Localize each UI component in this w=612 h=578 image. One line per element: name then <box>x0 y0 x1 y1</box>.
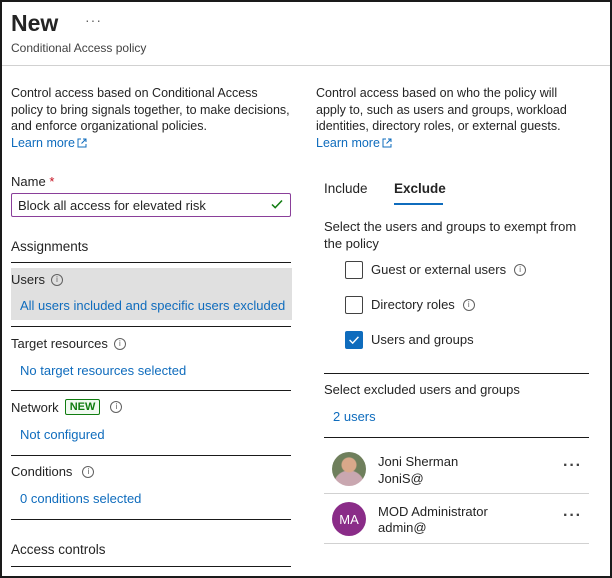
more-actions-icon[interactable]: ··· <box>563 507 582 525</box>
name-label-text: Name <box>11 174 46 189</box>
access-controls-divider <box>11 566 291 567</box>
guest-external-option: Guest or external users i <box>371 262 527 277</box>
conditions-row-value[interactable]: 0 conditions selected <box>20 491 141 506</box>
info-icon[interactable]: i <box>113 337 126 350</box>
directory-roles-label: Directory roles <box>371 297 455 312</box>
users-row-value[interactable]: All users included and specific users ex… <box>20 298 285 313</box>
policy-panel: New ··· Conditional Access policy Contro… <box>0 0 612 578</box>
assignments-divider <box>11 262 291 263</box>
more-actions-icon[interactable]: ··· <box>563 457 582 475</box>
more-options-icon[interactable]: ··· <box>85 12 102 28</box>
new-badge: NEW <box>64 399 101 415</box>
left-learn-more-link[interactable]: Learn more <box>11 136 87 150</box>
directory-roles-option: Directory roles i <box>371 297 475 312</box>
right-description-block: Control access based on who the policy w… <box>316 85 588 151</box>
exempt-instructions: Select the users and groups to exempt fr… <box>324 219 577 251</box>
avatar <box>332 452 366 486</box>
directory-roles-checkbox[interactable] <box>345 296 363 314</box>
users-groups-label: Users and groups <box>371 332 474 347</box>
user-upn: admin@ <box>378 520 427 535</box>
user-divider <box>324 543 589 544</box>
users-groups-option: Users and groups <box>371 332 474 347</box>
users-label: Users <box>11 272 45 287</box>
checkmark-icon <box>349 336 359 345</box>
left-description: Control access based on Conditional Acce… <box>11 86 290 133</box>
user-upn: JoniS@ <box>378 471 424 486</box>
target-resources-label: Target resources <box>11 336 108 351</box>
user-divider <box>324 493 589 494</box>
excluded-heading: Select excluded users and groups <box>324 382 520 397</box>
tab-exclude[interactable]: Exclude <box>394 181 446 196</box>
excluded-count-link[interactable]: 2 users <box>333 409 376 424</box>
row-divider <box>11 455 291 456</box>
policy-name-input[interactable]: Block all access for elevated risk <box>11 193 291 217</box>
info-icon[interactable]: i <box>110 401 123 413</box>
guest-external-label: Guest or external users <box>371 262 507 277</box>
users-groups-checkbox[interactable] <box>345 331 363 349</box>
info-icon[interactable]: i <box>82 465 95 478</box>
guest-external-checkbox[interactable] <box>345 261 363 279</box>
tab-include[interactable]: Include <box>324 181 368 196</box>
right-description: Control access based on who the policy w… <box>316 86 567 133</box>
policy-name-value: Block all access for elevated risk <box>18 197 206 213</box>
left-description-block: Control access based on Conditional Acce… <box>11 85 291 151</box>
external-link-icon <box>77 138 87 148</box>
network-label: Network <box>11 399 59 415</box>
info-icon[interactable]: i <box>50 273 63 286</box>
right-learn-more-label: Learn more <box>316 135 380 150</box>
header-divider <box>2 65 610 66</box>
row-divider <box>11 519 291 520</box>
row-divider <box>11 390 291 391</box>
page-subtitle: Conditional Access policy <box>11 41 147 55</box>
row-divider <box>11 326 291 327</box>
page-title: New <box>11 10 59 36</box>
users-row-label: Users i <box>11 272 63 287</box>
user-name: Joni Sherman <box>378 454 459 469</box>
left-learn-more-label: Learn more <box>11 135 75 150</box>
user-name: MOD Administrator <box>378 504 488 519</box>
external-link-icon <box>382 138 392 148</box>
name-field-label: Name * <box>11 174 54 189</box>
conditions-row-label: Conditions i <box>11 464 95 479</box>
excluded-divider <box>324 437 589 438</box>
conditions-label: Conditions <box>11 464 73 479</box>
active-tab-indicator <box>394 203 443 205</box>
network-row-value[interactable]: Not configured <box>20 427 105 442</box>
required-asterisk: * <box>49 174 55 189</box>
access-controls-heading: Access controls <box>11 542 106 557</box>
target-resources-row-value[interactable]: No target resources selected <box>20 363 186 378</box>
target-resources-row-label: Target resources i <box>11 336 126 351</box>
info-icon[interactable]: i <box>514 263 527 276</box>
network-row-label: Network NEW i <box>11 399 123 415</box>
checkbox-divider <box>324 373 589 374</box>
info-icon[interactable]: i <box>462 298 475 311</box>
assignments-heading: Assignments <box>11 239 89 254</box>
right-learn-more-link[interactable]: Learn more <box>316 136 392 150</box>
avatar: MA <box>332 502 366 536</box>
valid-check-icon <box>271 199 283 209</box>
